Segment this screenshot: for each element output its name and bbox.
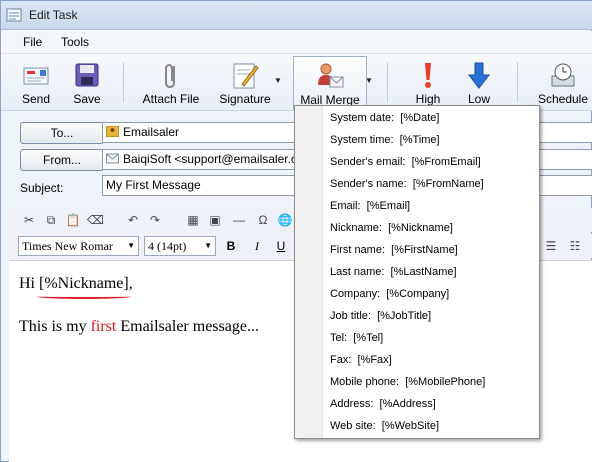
- font-family-select[interactable]: Times New Romar ▼: [18, 236, 139, 256]
- chevron-down-icon: ▼: [127, 241, 135, 250]
- down-arrow-icon: [467, 62, 491, 89]
- attach-file-button[interactable]: Attach File: [139, 56, 203, 110]
- eraser-icon[interactable]: ⌫: [87, 212, 104, 228]
- merge-field-email[interactable]: Email: [%Email]: [330, 200, 410, 212]
- merge-field-tel[interactable]: Tel: [%Tel]: [330, 332, 383, 344]
- mail-merge-icon: [318, 63, 344, 88]
- to-value: Emailsaler: [123, 125, 180, 139]
- high-label: High: [415, 92, 441, 106]
- menu-tools[interactable]: Tools: [61, 35, 89, 49]
- merge-field-nickname[interactable]: Nickname: [%Nickname]: [330, 222, 453, 234]
- schedule-label: Schedule: [537, 92, 589, 106]
- mail-merge-button[interactable]: Mail Merge: [293, 56, 367, 110]
- line2-start: This is my: [19, 318, 91, 335]
- mail-merge-dropdown-menu: System date: [%Date] System time: [%Time…: [294, 105, 540, 439]
- attach-file-label: Attach File: [142, 92, 200, 106]
- low-priority-button[interactable]: Low: [457, 56, 501, 110]
- send-icon: [23, 67, 49, 85]
- merge-field-fax[interactable]: Fax: [%Fax]: [330, 354, 392, 366]
- edit-task-icon: [6, 8, 22, 22]
- numbered-list-icon[interactable]: ☷: [567, 238, 583, 254]
- menu-icon-gutter: [295, 106, 323, 438]
- toolbar-separator: [517, 62, 518, 102]
- highlighted-word: first: [90, 318, 117, 335]
- toolbar-separator: [123, 62, 124, 102]
- redo-icon[interactable]: ↷: [147, 212, 163, 228]
- greeting-line: Hi [%Nickname],: [19, 275, 133, 299]
- save-icon: [75, 63, 99, 87]
- italic-button[interactable]: I: [249, 238, 265, 254]
- merge-field-time[interactable]: System time: [%Time]: [330, 134, 440, 146]
- copy-icon[interactable]: ⧉: [43, 212, 59, 228]
- line2-end: Emailsaler message...: [116, 318, 259, 335]
- font-size-value: 4 (14pt): [148, 239, 187, 253]
- merge-field-company[interactable]: Company: [%Company]: [330, 288, 449, 300]
- low-label: Low: [467, 92, 490, 106]
- save-label: Save: [73, 92, 101, 106]
- save-button[interactable]: Save: [65, 56, 109, 110]
- signature-button[interactable]: Signature: [214, 56, 276, 110]
- font-family-value: Times New Romar: [22, 239, 113, 253]
- to-button[interactable]: To...: [20, 122, 104, 144]
- special-character-icon[interactable]: Ω: [255, 212, 271, 228]
- bold-button[interactable]: B: [223, 238, 239, 254]
- paperclip-icon: [165, 63, 175, 89]
- font-size-select[interactable]: 4 (14pt) ▼: [144, 236, 216, 256]
- horizontal-line-icon[interactable]: —: [231, 212, 247, 228]
- toolbar-separator: [387, 62, 388, 102]
- from-value: BaiqiSoft <support@emailsaler.com: [123, 152, 314, 166]
- merge-field-mobile-phone[interactable]: Mobile phone: [%MobilePhone]: [330, 376, 485, 388]
- signature-dropdown-arrow[interactable]: ▼: [274, 76, 282, 85]
- greeting-start: Hi: [19, 275, 39, 292]
- insert-table-icon[interactable]: ▦: [185, 212, 201, 228]
- merge-field-from-name[interactable]: Sender's name: [%FromName]: [330, 178, 484, 190]
- merge-field-date[interactable]: System date: [%Date]: [330, 112, 439, 124]
- subject-label: Subject:: [20, 181, 64, 195]
- chevron-down-icon: ▼: [204, 241, 212, 250]
- merge-field-job-title[interactable]: Job title: [%JobTitle]: [330, 310, 431, 322]
- paste-icon[interactable]: 📋: [65, 212, 81, 228]
- merge-field-last-name[interactable]: Last name: [%LastName]: [330, 266, 457, 278]
- main-toolbar: Send Save Attach File Signature ▼ Mail M…: [1, 53, 592, 111]
- exclamation-icon: [425, 63, 431, 88]
- nickname-merge-tag: [%Nickname]: [37, 275, 131, 299]
- undo-icon[interactable]: ↶: [125, 212, 141, 228]
- merge-field-website[interactable]: Web site: [%WebSite]: [330, 420, 439, 432]
- envelope-icon: [106, 153, 119, 164]
- window-title: Edit Task: [29, 8, 78, 22]
- high-priority-button[interactable]: High: [405, 56, 451, 110]
- signature-label: Signature: [219, 92, 271, 106]
- signature-icon: [233, 63, 259, 89]
- merge-field-first-name[interactable]: First name: [%FirstName]: [330, 244, 458, 256]
- from-button[interactable]: From...: [20, 149, 104, 171]
- subject-value: My First Message: [106, 178, 201, 192]
- contact-group-icon: [106, 126, 119, 137]
- message-line: This is my first Emailsaler message...: [19, 318, 259, 336]
- insert-link-icon[interactable]: 🌐: [277, 212, 293, 228]
- edit-task-window: Edit Task File Tools Send Save Attach Fi…: [0, 0, 592, 462]
- greeting-end: ,: [128, 275, 133, 292]
- bullet-list-icon[interactable]: ☰: [543, 238, 559, 254]
- schedule-button[interactable]: Schedule: [533, 56, 592, 110]
- menu-file[interactable]: File: [23, 35, 42, 49]
- mail-merge-dropdown-arrow[interactable]: ▼: [365, 76, 373, 85]
- menu-bar: File Tools: [1, 31, 592, 53]
- insert-image-icon[interactable]: ▣: [207, 212, 223, 228]
- merge-field-from-email[interactable]: Sender's email: [%FromEmail]: [330, 156, 481, 168]
- underline-button[interactable]: U: [273, 238, 289, 254]
- cut-icon[interactable]: ✂: [21, 212, 37, 228]
- merge-field-address[interactable]: Address: [%Address]: [330, 398, 436, 410]
- send-button[interactable]: Send: [13, 56, 59, 110]
- title-bar: Edit Task: [1, 1, 592, 30]
- send-label: Send: [21, 92, 51, 106]
- schedule-clock-icon: [551, 63, 575, 87]
